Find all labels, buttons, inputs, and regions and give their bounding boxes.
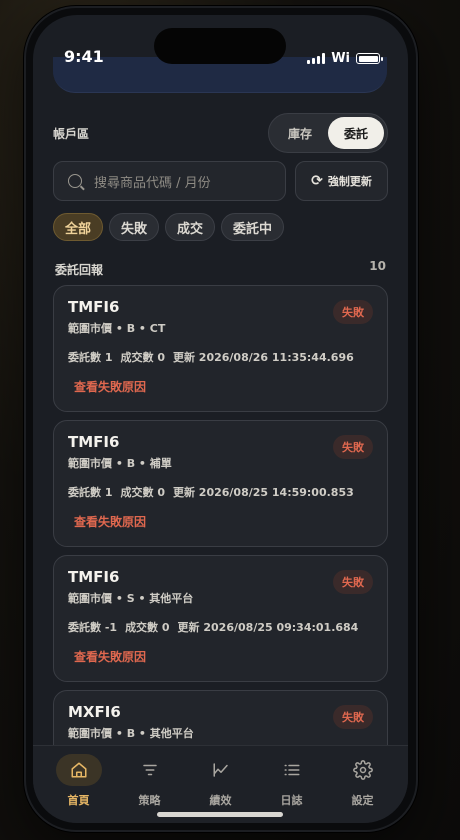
order-subtitle: 範圍市價 • B • 其他平台	[68, 727, 194, 740]
filter-all[interactable]: 全部	[53, 213, 104, 241]
search-row: 搜尋商品代碼 / 月份 ⟳ 強制更新	[53, 161, 388, 203]
view-failure-reason-link[interactable]: 查看失敗原因	[74, 648, 373, 665]
order-filled: 成交數 0	[125, 621, 170, 634]
tab-list: 首頁 策略 績效 日誌 設定	[33, 746, 408, 808]
status-badge: 失敗	[333, 705, 373, 729]
order-qty: 委託數 1	[68, 486, 113, 499]
search-icon	[68, 174, 82, 188]
order-updated: 更新 2026/08/25 14:59:00.853	[172, 486, 354, 499]
refresh-icon: ⟳	[311, 173, 323, 189]
status-badge: 失敗	[333, 570, 373, 594]
list-header: 委託回報 10	[53, 259, 388, 279]
order-qty: 委託數 1	[68, 351, 113, 364]
signal-icon	[307, 53, 326, 64]
search-placeholder: 搜尋商品代碼 / 月份	[94, 175, 211, 191]
order-filled: 成交數 0	[120, 486, 165, 499]
order-symbol: TMFI6	[68, 433, 120, 451]
order-card[interactable]: TMFI6 範圍市價 • B • 補單 委託數 1 成交數 0 更新 2026/08…	[53, 420, 388, 547]
home-icon	[55, 754, 102, 786]
battery-icon	[356, 53, 383, 64]
order-filled: 成交數 0	[120, 351, 165, 364]
search-input[interactable]: 搜尋商品代碼 / 月份	[53, 161, 286, 201]
filter-icon	[127, 754, 173, 786]
order-subtitle: 範圍市價 • S • 其他平台	[68, 592, 194, 605]
order-subtitle: 範圍市價 • B • CT	[68, 322, 166, 335]
tab-performance[interactable]: 績效	[192, 754, 250, 808]
wifi-label: Wi	[331, 51, 350, 66]
tab-home[interactable]: 首頁	[50, 754, 108, 808]
dynamic-island	[154, 28, 286, 64]
tab-settings[interactable]: 設定	[334, 754, 392, 808]
segment-orders[interactable]: 委託	[328, 117, 384, 149]
list-icon	[269, 754, 315, 786]
tab-journal[interactable]: 日誌	[263, 754, 321, 808]
order-stats: 委託數 1 成交數 0 更新 2026/08/25 14:59:00.853	[68, 484, 373, 500]
order-updated: 更新 2026/08/26 11:35:44.696	[172, 351, 354, 364]
order-qty: 委託數 -1	[68, 621, 118, 634]
account-section: 帳戶區 庫存 委託	[53, 113, 388, 153]
refresh-label: 強制更新	[327, 175, 372, 188]
order-updated: 更新 2026/08/25 09:34:01.684	[177, 621, 359, 634]
order-stats: 委託數 -1 成交數 0 更新 2026/08/25 09:34:01.684	[68, 619, 373, 635]
force-refresh-button[interactable]: ⟳ 強制更新	[295, 161, 388, 201]
list-count: 10	[369, 259, 386, 273]
order-symbol: TMFI6	[68, 298, 120, 316]
tab-label: 績效	[209, 794, 232, 807]
bottom-tab-bar: 首頁 策略 績效 日誌 設定	[33, 745, 408, 823]
order-card[interactable]: TMFI6 範圍市價 • B • CT 委託數 1 成交數 0 更新 2026/08…	[53, 285, 388, 412]
tab-label: 設定	[351, 794, 374, 807]
view-failure-reason-link[interactable]: 查看失敗原因	[74, 378, 373, 395]
tab-strategy[interactable]: 策略	[121, 754, 179, 808]
tab-label: 首頁	[67, 794, 90, 807]
order-symbol: TMFI6	[68, 568, 120, 586]
gear-icon	[340, 754, 386, 786]
filter-failed[interactable]: 失敗	[109, 213, 160, 241]
chart-line-icon	[198, 754, 244, 786]
filter-chips: 全部 失敗 成交 委託中	[53, 213, 388, 241]
segment-inventory[interactable]: 庫存	[272, 117, 328, 149]
status-badge: 失敗	[333, 435, 373, 459]
order-card[interactable]: TMFI6 範圍市價 • S • 其他平台 委託數 -1 成交數 0 更新 2026…	[53, 555, 388, 682]
order-symbol: MXFI6	[68, 703, 121, 721]
filter-filled[interactable]: 成交	[165, 213, 216, 241]
order-stats: 委託數 1 成交數 0 更新 2026/08/26 11:35:44.696	[68, 349, 373, 365]
filter-pending[interactable]: 委託中	[221, 213, 285, 241]
view-failure-reason-link[interactable]: 查看失敗原因	[74, 513, 373, 530]
list-title: 委託回報	[55, 263, 104, 277]
account-title: 帳戶區	[53, 127, 90, 141]
status-badge: 失敗	[333, 300, 373, 324]
order-subtitle: 範圍市價 • B • 補單	[68, 457, 172, 470]
order-list: TMFI6 範圍市價 • B • CT 委託數 1 成交數 0 更新 2026/08…	[53, 285, 388, 817]
status-icons: Wi	[307, 51, 383, 66]
tab-label: 日誌	[280, 794, 303, 807]
main-content: 帳戶區 庫存 委託 搜尋商品代碼 / 月份 ⟳ 強制更新 全部 失敗 成交 委託…	[53, 113, 388, 823]
segment-control: 庫存 委託	[268, 113, 388, 153]
home-indicator[interactable]	[157, 812, 283, 817]
status-time: 9:41	[64, 47, 104, 66]
app-screen: 9:41 Wi 帳戶區 庫存 委託 搜尋商品代碼 / 月份 ⟳ 強制更新 全部 …	[33, 15, 408, 823]
tab-label: 策略	[138, 794, 161, 807]
